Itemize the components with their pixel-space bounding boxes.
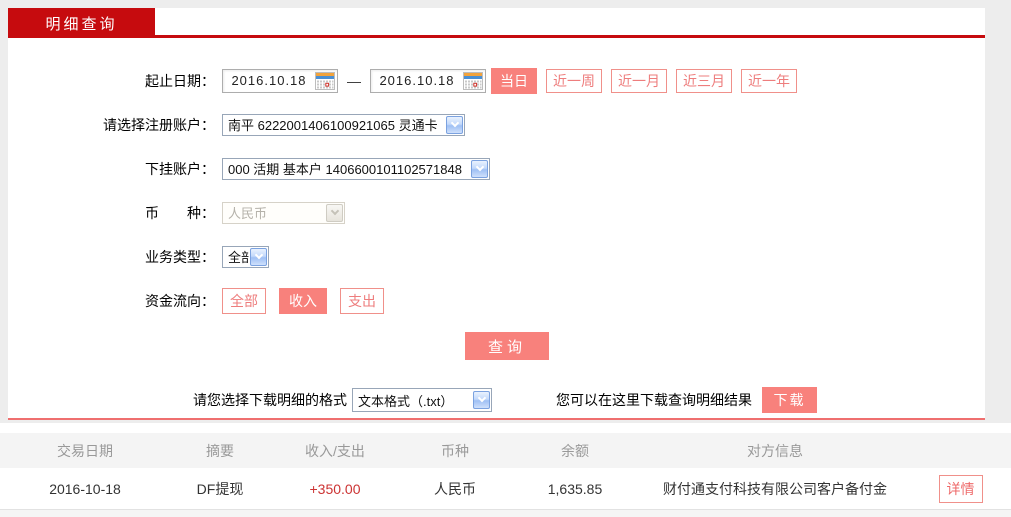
chevron-down-icon — [250, 247, 267, 266]
chevron-down-icon — [446, 115, 463, 134]
registered-account-label: 请选择注册账户： — [103, 116, 215, 133]
header-summary: 摘要 — [206, 442, 234, 459]
calendar-icon[interactable] — [315, 71, 335, 90]
header-date: 交易日期 — [57, 442, 113, 459]
cell-balance: 1,635.85 — [547, 480, 603, 497]
query-form: 起止日期： 2016.10.18 — 2016.10.18 当日 近一周 近一月… — [8, 38, 985, 413]
range-button-last-3-months[interactable]: 近三月 — [676, 68, 732, 93]
registered-account-row: 请选择注册账户： 南平 6222001406100921065 灵通卡 — [8, 112, 985, 137]
table-row: 2016-10-18 DF提现 +350.00 人民币 1,635.85 财付通… — [0, 468, 1011, 510]
header-currency: 币种 — [441, 442, 469, 459]
start-date-input[interactable]: 2016.10.18 — [222, 68, 338, 93]
cell-summary: DF提现 — [196, 480, 244, 497]
cell-currency: 人民币 — [434, 480, 476, 497]
query-panel: 明细查询 起止日期： 2016.10.18 — 2016.10.18 当日 近一… — [8, 8, 985, 420]
currency-row: 币 种： 人民币 — [8, 200, 985, 225]
fund-flow-income-button[interactable]: 收入 — [279, 287, 327, 314]
business-type-select[interactable]: 全部 — [222, 245, 269, 268]
business-type-label: 业务类型： — [145, 248, 215, 265]
cell-action: 详情 — [910, 474, 1011, 503]
table-header-row: 交易日期 摘要 收入/支出 币种 余额 对方信息 — [0, 433, 1011, 468]
download-hint: 您可以在这里下载查询明细结果 — [556, 392, 752, 408]
fund-flow-all-button[interactable]: 全部 — [222, 287, 266, 314]
header-balance: 余额 — [561, 442, 589, 459]
download-format-value: 文本格式（.txt） — [358, 393, 454, 409]
sub-account-select[interactable]: 000 活期 基本户 1406600101102571848 — [222, 157, 490, 180]
range-button-last-year[interactable]: 近一年 — [741, 68, 797, 93]
business-type-value: 全部 — [228, 250, 249, 265]
cell-counterparty: 财付通支付科技有限公司客户备付金 — [663, 480, 887, 497]
table-spacer — [0, 423, 1011, 433]
currency-select: 人民币 — [222, 201, 345, 224]
cell-date: 2016-10-18 — [49, 480, 121, 497]
download-format-select[interactable]: 文本格式（.txt） — [352, 388, 492, 412]
tab-bar: 明细查询 — [8, 8, 985, 38]
end-date-input[interactable]: 2016.10.18 — [370, 68, 486, 93]
currency-label: 币 种： — [145, 204, 215, 221]
download-row: 请您选择下载明细的格式 文本格式（.txt） 您可以在这里下载查询明细结果 下载 — [193, 387, 985, 413]
cell-amount: +350.00 — [309, 480, 361, 497]
registered-account-value: 南平 6222001406100921065 灵通卡 — [228, 118, 438, 133]
chevron-down-icon — [326, 203, 343, 222]
date-range-row: 起止日期： 2016.10.18 — 2016.10.18 当日 近一周 近一月… — [8, 67, 985, 94]
fund-flow-label: 资金流向： — [145, 292, 215, 309]
chevron-down-icon — [471, 159, 488, 178]
sub-account-value: 000 活期 基本户 1406600101102571848 — [228, 162, 462, 177]
fund-flow-expense-button[interactable]: 支出 — [340, 287, 384, 314]
sub-account-row: 下挂账户： 000 活期 基本户 1406600101102571848 — [8, 156, 985, 181]
header-counterparty: 对方信息 — [747, 442, 803, 459]
range-button-last-month[interactable]: 近一月 — [611, 68, 667, 93]
range-button-last-week[interactable]: 近一周 — [546, 68, 602, 93]
calendar-icon[interactable] — [463, 71, 483, 90]
download-format-label: 请您选择下载明细的格式 — [193, 392, 347, 408]
fund-flow-row: 资金流向： 全部 收入 支出 — [8, 287, 985, 314]
download-button[interactable]: 下载 — [762, 387, 817, 413]
date-range-label: 起止日期： — [145, 72, 215, 89]
header-amount: 收入/支出 — [305, 442, 365, 459]
detail-button[interactable]: 详情 — [938, 474, 983, 503]
start-date-value[interactable]: 2016.10.18 — [223, 73, 315, 88]
currency-value: 人民币 — [228, 206, 268, 221]
chevron-down-icon — [473, 391, 490, 409]
range-button-today[interactable]: 当日 — [491, 67, 537, 94]
results-table: 交易日期 摘要 收入/支出 币种 余额 对方信息 2016-10-18 DF提现… — [0, 423, 1011, 517]
business-type-row: 业务类型： 全部 — [8, 244, 985, 269]
end-date-value[interactable]: 2016.10.18 — [371, 73, 463, 88]
table-footer-strip — [0, 510, 1011, 517]
tab-detail-query[interactable]: 明细查询 — [8, 8, 155, 38]
date-range-separator: — — [347, 72, 361, 89]
query-button[interactable]: 查询 — [465, 332, 549, 360]
registered-account-select[interactable]: 南平 6222001406100921065 灵通卡 — [222, 113, 465, 136]
sub-account-label: 下挂账户： — [145, 160, 215, 177]
